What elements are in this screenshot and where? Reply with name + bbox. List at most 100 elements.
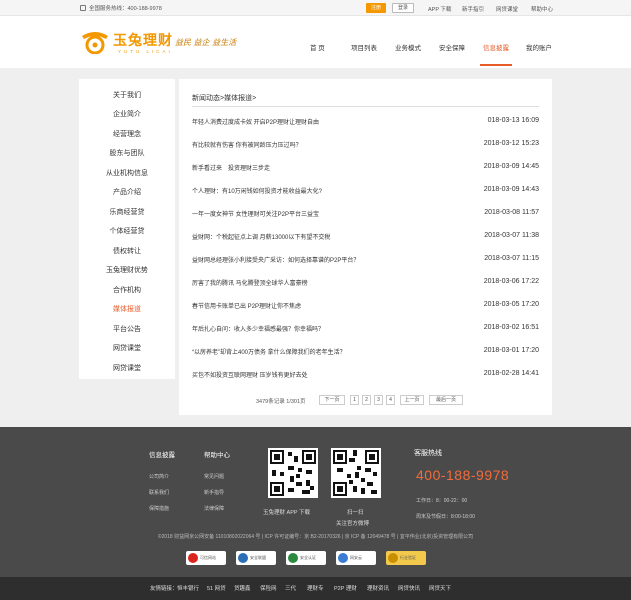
footer-link-legal[interactable]: 法律保障 <box>204 505 224 512</box>
article-title[interactable]: 有比较就有伤害 你有被同龄压力压过吗？ <box>192 140 302 149</box>
list-item[interactable]: 益财网：个税起征点上调 月薪13000以下有望不交税 2018-03-07 11… <box>192 232 539 244</box>
app-qr-code-icon <box>268 448 318 498</box>
next-page-button[interactable]: 下一页 <box>319 395 345 405</box>
friend-link[interactable]: 网贷快讯 <box>398 584 420 592</box>
list-item[interactable]: 买包不如投资互联网理财 压岁钱有更好去处 2018-02-28 14:41 <box>192 370 539 382</box>
industry-verify-badge[interactable]: 行业验证 <box>386 551 426 565</box>
list-item[interactable]: 厉害了我的腾讯 马化腾登顶全球华人富豪榜 2018-03-06 17:22 <box>192 278 539 290</box>
page-button-4[interactable]: 4 <box>386 395 395 405</box>
list-item[interactable]: 年轻人消费过度成卡奴 开启P2P理财让理财自由 018-03-13 16:09 <box>192 117 539 129</box>
sidebar-item-philosophy[interactable]: 经营理念 <box>79 129 175 139</box>
article-title[interactable]: 个人理财：有10万闲钱如何投资才能收益最大化? <box>192 186 322 195</box>
friend-link[interactable]: 理财资讯 <box>367 584 389 592</box>
page-button-3[interactable]: 3 <box>374 395 383 405</box>
article-title[interactable]: 新手看过来 投资理财三步走 <box>192 163 270 172</box>
sidebar-item-products[interactable]: 产品介绍 <box>79 187 175 197</box>
wangan-cloud-badge[interactable]: 网安云 <box>336 551 376 565</box>
article-title[interactable]: 一年一度女神节 女性理财可关注P2P平台三益宝 <box>192 209 319 218</box>
article-title[interactable]: 年后扎心自问：收入多少幸福感最强？你幸福吗？ <box>192 324 324 333</box>
logo-slogan: 益民 益企 益生活 <box>175 38 237 47</box>
security-alliance-badge[interactable]: 安全联盟 <box>236 551 276 565</box>
sidebar-item-merchant-loan[interactable]: 乐商经营贷 <box>79 207 175 217</box>
shield-icon <box>188 553 198 563</box>
friend-link[interactable]: 理财专 <box>307 584 324 592</box>
list-item[interactable]: 新手看过来 投资理财三步走 2018-03-09 14:45 <box>192 163 539 175</box>
article-date: 2018-03-06 17:22 <box>483 278 539 285</box>
help-center-link[interactable]: 帮助中心 <box>531 5 553 13</box>
shield-icon <box>238 553 248 563</box>
footer-link-safeguards[interactable]: 保障措施 <box>149 505 169 512</box>
article-title[interactable]: 春节信用卡账单已出 P2P理财让你不焦虑 <box>192 301 301 310</box>
article-title[interactable]: 益财网总经理张小利接受央广采访：如何选择靠谱的P2P平台？ <box>192 255 359 264</box>
sidebar-item-advantages[interactable]: 玉兔理财优势 <box>79 265 175 275</box>
login-button[interactable]: 登录 <box>392 3 414 13</box>
page-button-2[interactable]: 2 <box>362 395 371 405</box>
nav-active-indicator <box>480 64 512 66</box>
article-date: 2018-03-09 14:43 <box>483 186 539 193</box>
article-title[interactable]: 厉害了我的腾讯 马化腾登顶全球华人富豪榜 <box>192 278 308 287</box>
footer-link-faq[interactable]: 常见问题 <box>204 473 224 480</box>
prev-page-button[interactable]: 上一页 <box>400 395 424 405</box>
nav-projects[interactable]: 项目列表 <box>351 42 377 52</box>
footer-hotline-title: 客服热线 <box>414 450 442 457</box>
article-title[interactable]: “以房养老”却背上400万债务 拿什么保障我们的老年生活？ <box>192 347 346 356</box>
loan-class-link[interactable]: 网贷课堂 <box>496 5 518 13</box>
sidebar-item-partners[interactable]: 合作机构 <box>79 285 175 295</box>
footer-worktime-weekday: 工作日：8：00-22：00 <box>416 498 468 504</box>
security-cert-badge[interactable]: 安全认证 <box>286 551 326 565</box>
sidebar-item-team[interactable]: 股东与团队 <box>79 148 175 158</box>
article-title[interactable]: 买包不如投资互联网理财 压岁钱有更好去处 <box>192 370 308 379</box>
sidebar-item-debt-transfer[interactable]: 债权转让 <box>79 246 175 256</box>
friend-link[interactable]: 三代 <box>285 584 296 592</box>
footer-link-contact[interactable]: 联系我们 <box>149 489 169 496</box>
list-item[interactable]: 春节信用卡账单已出 P2P理财让你不焦虑 2018-03-05 17:20 <box>192 301 539 313</box>
sidebar-item-loan-class-2[interactable]: 网贷课堂 <box>79 363 175 373</box>
site-logo[interactable]: 玉兔理财 YUTU LICAI 益民 益企 益生活 <box>80 28 250 60</box>
breadcrumb: 新闻动态>媒体报道> <box>192 95 257 102</box>
medal-icon <box>388 553 398 563</box>
friend-link[interactable]: 恒丰银行 <box>177 584 199 592</box>
sidebar-item-announcements[interactable]: 平台公告 <box>79 324 175 334</box>
nav-security[interactable]: 安全保障 <box>439 42 465 52</box>
friend-link[interactable]: 贷趣鑫 <box>234 584 251 592</box>
list-item[interactable]: 益财网总经理张小利接受央广采访：如何选择靠谱的P2P平台？ 2018-03-07… <box>192 255 539 267</box>
service-hotline: 全国服务热线：400-188-9978 <box>80 4 162 12</box>
nav-my-account[interactable]: 我的账户 <box>526 42 552 52</box>
article-date: 2018-03-08 11:57 <box>484 209 539 216</box>
last-page-button[interactable]: 最后一页 <box>429 395 463 405</box>
sidebar-item-institution-info[interactable]: 从业机构信息 <box>79 168 175 178</box>
cloud-icon <box>338 553 348 563</box>
page-button-1[interactable]: 1 <box>350 395 359 405</box>
phone-icon <box>80 5 86 11</box>
list-item[interactable]: 有比较就有伤害 你有被同龄压力压过吗？ 2018-03-12 15:23 <box>192 140 539 152</box>
footer-link-newbie[interactable]: 新手指导 <box>204 489 224 496</box>
sidebar-item-individual-loan[interactable]: 个体经营贷 <box>79 226 175 236</box>
footer-link-company[interactable]: 公司简介 <box>149 473 169 480</box>
list-item[interactable]: “以房养老”却背上400万债务 拿什么保障我们的老年生活？ 2018-03-01… <box>192 347 539 359</box>
list-item[interactable]: 一年一度女神节 女性理财可关注P2P平台三益宝 2018-03-08 11:57 <box>192 209 539 221</box>
nav-home[interactable]: 首 页 <box>310 42 325 52</box>
sidebar-item-about[interactable]: 关于我们 <box>79 90 175 100</box>
article-date: 2018-02-28 14:41 <box>483 370 539 377</box>
beginner-guide-link[interactable]: 新手指引 <box>462 5 484 13</box>
sidebar-item-media[interactable]: 媒体报道 <box>79 304 175 314</box>
trusted-site-badge[interactable]: 可信网站 <box>186 551 226 565</box>
article-title[interactable]: 年轻人消费过度成卡奴 开启P2P理财让理财自由 <box>192 117 319 126</box>
friend-link[interactable]: P2P 理财 <box>334 584 357 592</box>
register-button[interactable]: 注册 <box>366 3 386 13</box>
logo-text-cn: 玉兔理财 <box>113 32 173 48</box>
sidebar-item-loan-class[interactable]: 网贷课堂 <box>79 343 175 353</box>
hotline-text: 全国服务热线：400-188-9978 <box>89 6 162 12</box>
friend-link[interactable]: 保险网 <box>260 584 277 592</box>
list-item[interactable]: 年后扎心自问：收入多少幸福感最强？你幸福吗？ 2018-03-02 16:51 <box>192 324 539 336</box>
list-item[interactable]: 个人理财：有10万闲钱如何投资才能收益最大化? 2018-03-09 14:43 <box>192 186 539 198</box>
sidebar-item-company-intro[interactable]: 企业简介 <box>79 109 175 119</box>
article-list-panel: 新闻动态>媒体报道> 年轻人消费过度成卡奴 开启P2P理财让理财自由 018-0… <box>179 79 552 415</box>
article-title[interactable]: 益财网：个税起征点上调 月薪13000以下有望不交税 <box>192 232 330 241</box>
friend-link[interactable]: 网贷天下 <box>429 584 451 592</box>
app-download-link[interactable]: APP 下载 <box>428 5 451 13</box>
nav-business-model[interactable]: 业务模式 <box>395 42 421 52</box>
friend-link[interactable]: 51 网贷 <box>207 584 226 592</box>
top-bar: 全国服务热线：400-188-9978 注册 登录 APP 下载 新手指引 网贷… <box>0 0 631 16</box>
nav-disclosure[interactable]: 信息披露 <box>483 42 509 52</box>
